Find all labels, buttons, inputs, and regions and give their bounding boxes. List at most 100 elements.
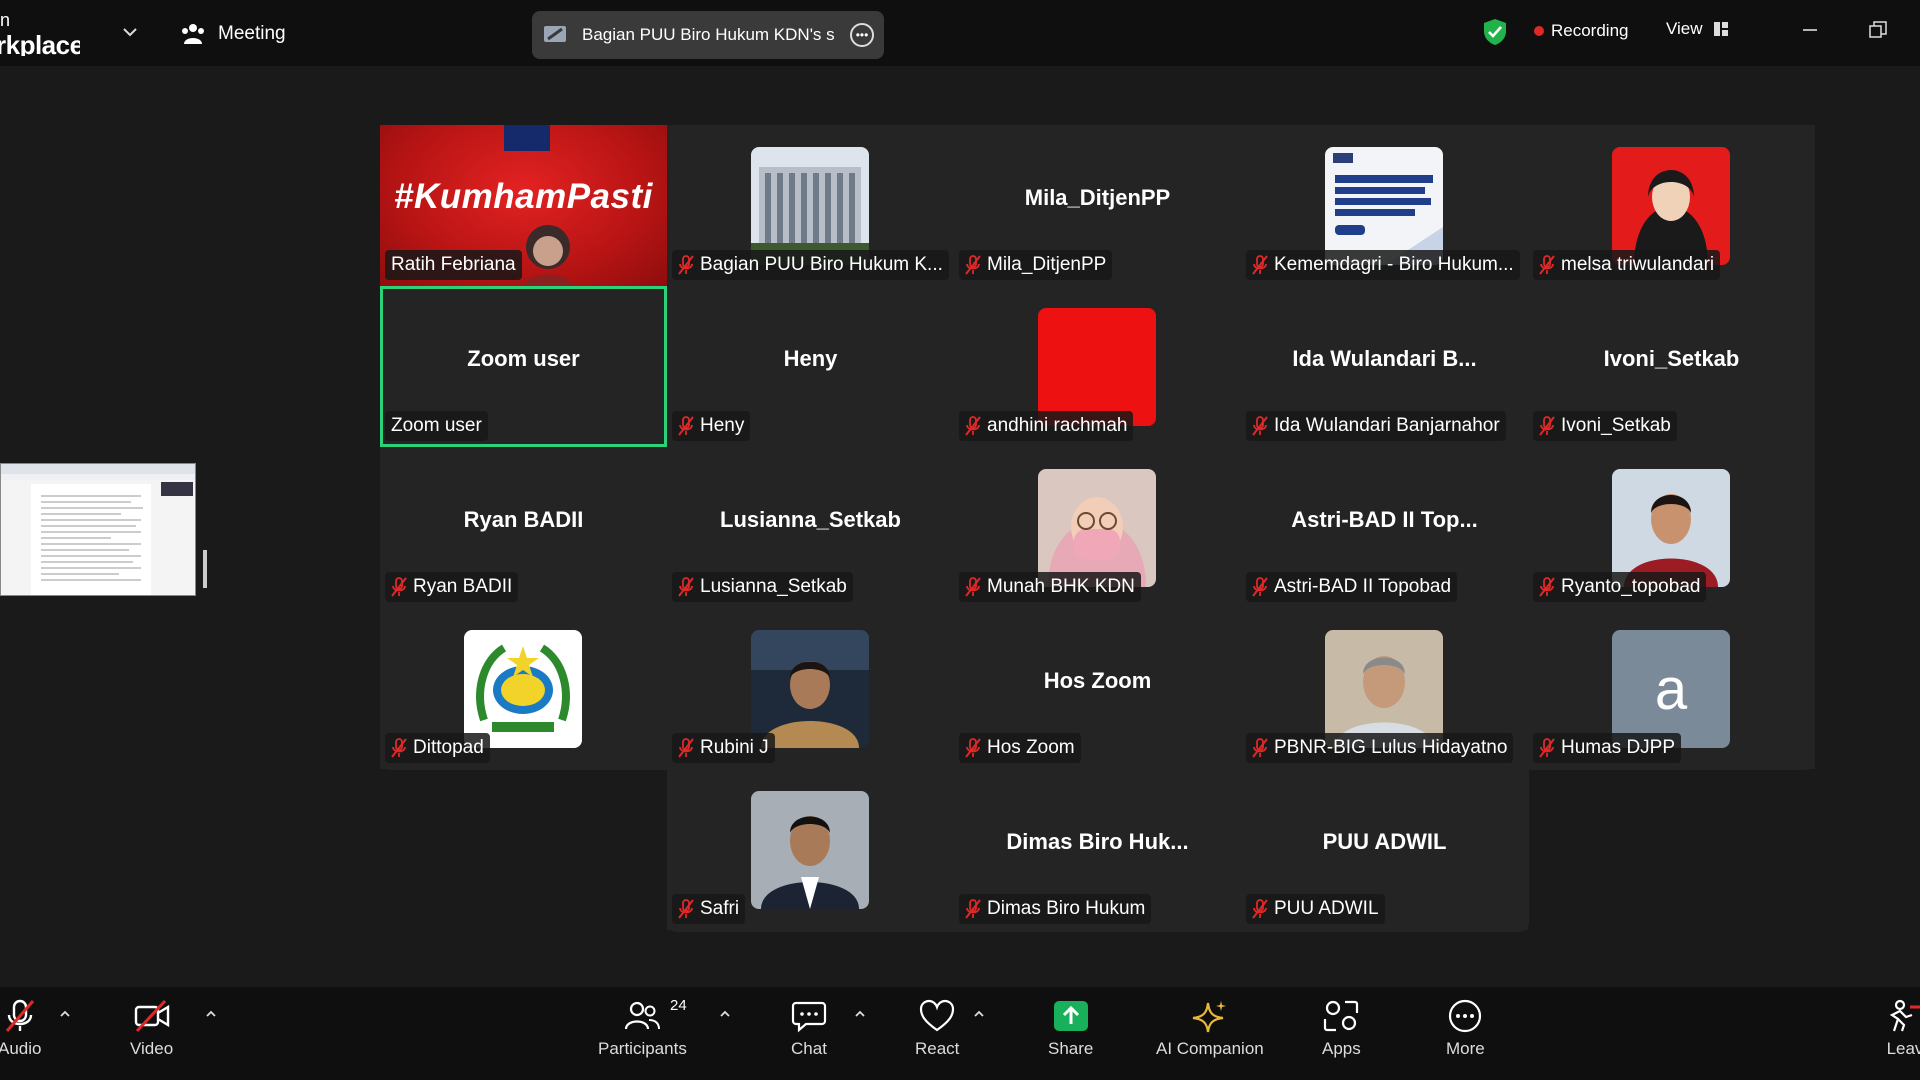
- participant-tile-astri[interactable]: Astri-BAD II Top... Astri-BAD II Topobad: [1241, 447, 1528, 608]
- apps-button[interactable]: Apps: [1322, 999, 1361, 1059]
- leave-icon: [1889, 999, 1920, 1032]
- participant-tile-heny[interactable]: Heny Heny: [667, 286, 954, 447]
- screen-share-title-pill[interactable]: Bagian PUU Biro Hukum KDN's s •••: [532, 11, 884, 59]
- recording-indicator[interactable]: Recording: [1534, 21, 1629, 41]
- participant-tile-dittopad[interactable]: Dittopad: [380, 608, 667, 769]
- mic-muted-icon: [1539, 255, 1555, 275]
- participant-tile-melsa[interactable]: melsa triwulandari: [1528, 125, 1815, 286]
- person-avatar: [1612, 147, 1730, 265]
- mic-muted-icon: [1252, 738, 1268, 758]
- participants-options-caret-icon[interactable]: [718, 1007, 732, 1021]
- participant-name: Rubini J: [700, 737, 769, 758]
- meeting-label: Meeting: [218, 23, 286, 44]
- mic-muted-icon: [1539, 416, 1555, 436]
- video-options-caret-icon[interactable]: [204, 1007, 218, 1021]
- participant-label: Bagian PUU Biro Hukum K...: [672, 250, 949, 280]
- shared-screen-thumbnail[interactable]: [0, 463, 196, 596]
- meeting-button[interactable]: Meeting: [180, 18, 286, 50]
- participant-tile-munah[interactable]: Munah BHK KDN: [954, 447, 1241, 608]
- react-label: React: [915, 1039, 960, 1058]
- mic-muted-icon: [678, 255, 694, 275]
- participant-name: Bagian PUU Biro Hukum K...: [700, 254, 943, 275]
- participant-tile-rubini[interactable]: Rubini J: [667, 608, 954, 769]
- mic-muted-icon: [391, 577, 407, 597]
- participant-display-name: Mila_DitjenPP: [1024, 185, 1171, 210]
- audio-button[interactable]: Audio: [0, 999, 41, 1059]
- mic-muted-icon: [678, 899, 694, 919]
- participant-name: Ida Wulandari Banjarnahor: [1274, 415, 1500, 436]
- participant-tile-humas[interactable]: a Humas DJPP: [1528, 608, 1815, 769]
- participant-name: Lusianna_Setkab: [700, 576, 847, 597]
- mic-muted-icon: [965, 255, 981, 275]
- participant-tile-pbnr[interactable]: PBNR-BIG Lulus Hidayatno: [1241, 608, 1528, 769]
- screen-share-icon: [544, 26, 566, 42]
- participant-display-name: PUU ADWIL: [1322, 829, 1447, 854]
- participant-tile-kememdagri[interactable]: Kememdagri - Biro Hukum...: [1241, 125, 1528, 286]
- participant-tile-lusianna[interactable]: Lusianna_Setkab Lusianna_Setkab: [667, 447, 954, 608]
- restore-window-icon[interactable]: [1868, 20, 1888, 40]
- participant-label: Lusianna_Setkab: [672, 572, 853, 602]
- participant-label: Dimas Biro Hukum: [959, 894, 1152, 924]
- participant-label: Rubini J: [672, 733, 775, 763]
- participant-tile-ryanto[interactable]: Ryanto_topobad: [1528, 447, 1815, 608]
- participant-label: andhini rachmah: [959, 411, 1134, 441]
- mic-muted-icon: [678, 416, 694, 436]
- more-button[interactable]: More: [1446, 999, 1485, 1059]
- audio-label: Audio: [0, 1039, 42, 1058]
- participant-name: PUU ADWIL: [1274, 898, 1379, 919]
- video-button[interactable]: Video: [130, 999, 173, 1059]
- participant-label: Ryanto_topobad: [1533, 572, 1707, 602]
- participant-tile-andhini[interactable]: andhini rachmah: [954, 286, 1241, 447]
- meeting-toolbar: Audio Video Participants 24 Chat React S…: [0, 987, 1920, 1080]
- red-avatar: [1038, 308, 1156, 426]
- audio-options-caret-icon[interactable]: [58, 1007, 72, 1021]
- participants-count-badge: 24: [670, 997, 687, 1014]
- more-icon: [1449, 999, 1482, 1033]
- participant-tile-ryan[interactable]: Ryan BADII Ryan BADII: [380, 447, 667, 608]
- chat-button[interactable]: Chat: [790, 999, 828, 1059]
- view-label: View: [1666, 19, 1703, 38]
- participant-tile-mila[interactable]: Mila_DitjenPP Mila_DitjenPP: [954, 125, 1241, 286]
- participant-tile-puu-adwil[interactable]: PUU ADWIL PUU ADWIL: [1241, 769, 1528, 930]
- training-poster-avatar: [1325, 147, 1443, 265]
- participant-label: melsa triwulandari: [1533, 250, 1721, 280]
- more-options-icon[interactable]: •••: [850, 23, 874, 47]
- minimize-icon[interactable]: [1800, 20, 1820, 40]
- participant-label: PBNR-BIG Lulus Hidayatno: [1246, 733, 1514, 763]
- participant-label: Astri-BAD II Topobad: [1246, 572, 1458, 602]
- encryption-shield-icon[interactable]: [1482, 18, 1508, 46]
- grid-view-icon: [1713, 22, 1728, 36]
- leave-button[interactable]: Leav: [1886, 999, 1920, 1059]
- participant-name: Ryan BADII: [413, 576, 513, 597]
- emblem-avatar: [464, 630, 582, 748]
- building-avatar: [751, 147, 869, 265]
- participant-tile-ivoni[interactable]: Ivoni_Setkab Ivoni_Setkab: [1528, 286, 1815, 447]
- chat-options-caret-icon[interactable]: [853, 1007, 867, 1021]
- participants-paw-icon: [182, 24, 204, 44]
- thumbnail-resize-handle[interactable]: [203, 550, 207, 588]
- participant-tile-zoom-user[interactable]: Zoom user Zoom user: [380, 286, 667, 447]
- react-button[interactable]: React: [915, 999, 959, 1059]
- participant-tile-safri[interactable]: Safri: [667, 769, 954, 930]
- chat-icon: [791, 1001, 827, 1033]
- participant-label: Kememdagri - Biro Hukum...: [1246, 250, 1520, 280]
- ai-companion-button[interactable]: AI Companion: [1156, 999, 1264, 1059]
- recording-dot-icon: [1534, 26, 1544, 36]
- chevron-down-icon[interactable]: [120, 22, 140, 42]
- participant-tile-hos-zoom[interactable]: Hos Zoom Hos Zoom: [954, 608, 1241, 769]
- participant-label: Zoom user: [385, 411, 488, 441]
- share-button[interactable]: Share: [1048, 999, 1093, 1059]
- heart-icon: [920, 999, 955, 1032]
- share-label: Share: [1048, 1039, 1094, 1058]
- participant-tile-dimas[interactable]: Dimas Biro Huk... Dimas Biro Hukum: [954, 769, 1241, 930]
- participant-tile-ratih[interactable]: #KumhamPasti Ratih Febriana: [380, 125, 667, 286]
- mic-muted-icon: [391, 738, 407, 758]
- participant-tile-bagian-puu[interactable]: Bagian PUU Biro Hukum K...: [667, 125, 954, 286]
- letter-avatar: a: [1612, 630, 1730, 748]
- participant-tile-ida[interactable]: Ida Wulandari B... Ida Wulandari Banjarn…: [1241, 286, 1528, 447]
- participant-display-name: Ivoni_Setkab: [1603, 346, 1740, 371]
- view-button[interactable]: View: [1666, 19, 1729, 39]
- participant-name: Zoom user: [391, 415, 482, 436]
- react-options-caret-icon[interactable]: [972, 1007, 986, 1021]
- participant-name: Dittopad: [413, 737, 484, 758]
